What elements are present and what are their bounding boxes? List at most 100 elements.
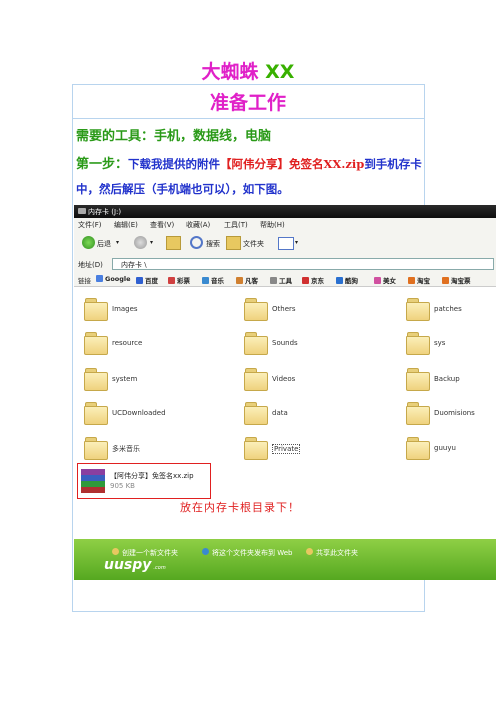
vancl-icon [236,277,243,284]
back-button-label[interactable]: 后退 [97,239,111,249]
link-google[interactable]: Google [96,275,131,283]
back-arrow-icon[interactable] [82,236,95,249]
link-lottery[interactable]: 彩票 [168,275,190,285]
folder-icon[interactable] [84,368,108,391]
folder-icon[interactable] [406,437,430,460]
folder-system-label[interactable]: system [112,375,137,383]
folder-images-label[interactable]: Images [112,305,138,313]
link-music[interactable]: 音乐 [202,275,224,285]
menu-help[interactable]: 帮助(H) [260,220,285,230]
document-title: 大蜘蛛 XX [0,60,496,84]
folder-icon[interactable] [244,332,268,355]
links-bar: 链接 Google 百度 彩票 音乐 凡客 工具 京东 酷狗 美女 淘宝 淘宝票 [74,271,496,287]
address-field[interactable]: 内存卡 \ [112,258,494,270]
step-one-paragraph: 第一步：下载我提供的附件【阿伟分享】免签名XX.zip到手机存卡中，然后解压（手… [76,152,428,201]
folder-icon[interactable] [406,402,430,425]
link-tools[interactable]: 工具 [270,275,292,285]
menu-favorites[interactable]: 收藏(A) [186,220,210,230]
new-folder-icon [112,548,119,555]
guide-line-left [72,84,73,612]
publish-web-icon [202,548,209,555]
link-kugou[interactable]: 酷狗 [336,275,358,285]
link-baidu[interactable]: 百度 [136,275,158,285]
link-beauty[interactable]: 美女 [374,275,396,285]
link-taobao-ticket[interactable]: 淘宝票 [442,275,471,285]
up-folder-icon[interactable] [166,236,181,250]
folder-resource-label[interactable]: resource [112,339,142,347]
folder-icon[interactable] [406,298,430,321]
address-label: 地址(D) [78,261,103,269]
watermark-logo: uuspy .com [104,557,166,573]
folders-icon[interactable] [226,236,241,250]
folder-backup-label[interactable]: Backup [434,375,460,383]
drive-icon [78,208,86,214]
share-folder-icon [306,548,313,555]
section-title: 准备工作 [209,92,286,114]
task-publish-web[interactable]: 将这个文件夹发布到 Web [212,548,293,558]
folder-sys-label[interactable]: sys [434,339,445,347]
folder-duomi-music-label[interactable]: 多米音乐 [112,444,140,454]
menu-edit[interactable]: 编辑(E) [114,220,138,230]
links-label: 链接 [78,277,91,285]
address-bar: 地址(D) 内存卡 \ [74,256,496,272]
back-dropdown-icon[interactable]: ▾ [116,239,119,246]
explorer-screenshot: 内存卡 (J:) 文件(F) 编辑(E) 查看(V) 收藏(A) 工具(T) 帮… [74,205,496,580]
taobao-icon [408,277,415,284]
search-icon[interactable] [190,236,203,249]
menu-view[interactable]: 查看(V) [150,220,174,230]
folder-icon[interactable] [84,402,108,425]
folder-others-label[interactable]: Others [272,305,296,313]
folder-videos-label[interactable]: Videos [272,375,295,383]
explorer-toolbar: 后退 ▾ ▾ 搜索 文件夹 ▾ [74,230,496,257]
winrar-archive-icon [81,469,105,493]
menu-tools[interactable]: 工具(T) [224,220,248,230]
search-button-label[interactable]: 搜索 [206,239,220,249]
zip-file-size: 905 KB [110,482,135,490]
tools-line: 需要的工具：手机，数据线，电脑 [76,129,272,144]
folder-private-label[interactable]: Private [272,444,301,454]
link-jingdong[interactable]: 京东 [302,275,324,285]
folder-icon[interactable] [84,437,108,460]
folder-icon[interactable] [84,332,108,355]
step-label: 第一步： [76,157,129,172]
folder-icon[interactable] [244,437,268,460]
step-text-1: 下载我提供的附件 [128,157,221,171]
folder-icon[interactable] [406,368,430,391]
beauty-icon [374,277,381,284]
address-value: 内存卡 \ [121,261,147,269]
forward-dropdown-icon[interactable]: ▾ [150,239,153,246]
forward-arrow-icon[interactable] [134,236,147,249]
folder-icon[interactable] [244,298,268,321]
task-share-folder[interactable]: 共享此文件夹 [316,548,358,558]
root-directory-note: 放在内存卡根目录下！ [180,501,300,514]
folder-patches-label[interactable]: patches [434,305,462,313]
folder-icon[interactable] [406,332,430,355]
folder-data-label[interactable]: data [272,409,288,417]
tools-icon [270,277,277,284]
views-dropdown-icon[interactable]: ▾ [295,239,298,246]
folders-button-label[interactable]: 文件夹 [243,239,264,249]
document-title-cn: 大蜘蛛 [201,61,259,83]
explorer-task-pane: 创建一个新文件夹 将这个文件夹发布到 Web 共享此文件夹 uuspy .com [74,539,496,580]
folder-icon[interactable] [84,298,108,321]
zip-file-item[interactable]: 【阿伟分享】免签名xx.zip 905 KB [77,463,211,499]
folder-icon[interactable] [244,402,268,425]
folder-icon[interactable] [244,368,268,391]
explorer-title: 内存卡 (J:) [88,208,122,216]
link-taobao[interactable]: 淘宝 [408,275,430,285]
baidu-icon [136,277,143,284]
views-icon[interactable] [278,237,294,250]
step-highlight: 【阿伟分享】免签名XX.zip [220,157,365,171]
lottery-icon [168,277,175,284]
music-icon [202,277,209,284]
folder-sounds-label[interactable]: Sounds [272,339,298,347]
kugou-icon [336,277,343,284]
link-vancl[interactable]: 凡客 [236,275,258,285]
folder-guuyu-label[interactable]: guuyu [434,444,456,452]
menu-file[interactable]: 文件(F) [78,220,102,230]
guide-line-section [72,118,425,119]
folder-ucdownloaded-label[interactable]: UCDownloaded [112,409,166,417]
zip-file-name: 【阿伟分享】免签名xx.zip [110,472,194,480]
folder-duomisions-label[interactable]: Duomisions [434,409,475,417]
explorer-titlebar: 内存卡 (J:) [74,205,496,218]
